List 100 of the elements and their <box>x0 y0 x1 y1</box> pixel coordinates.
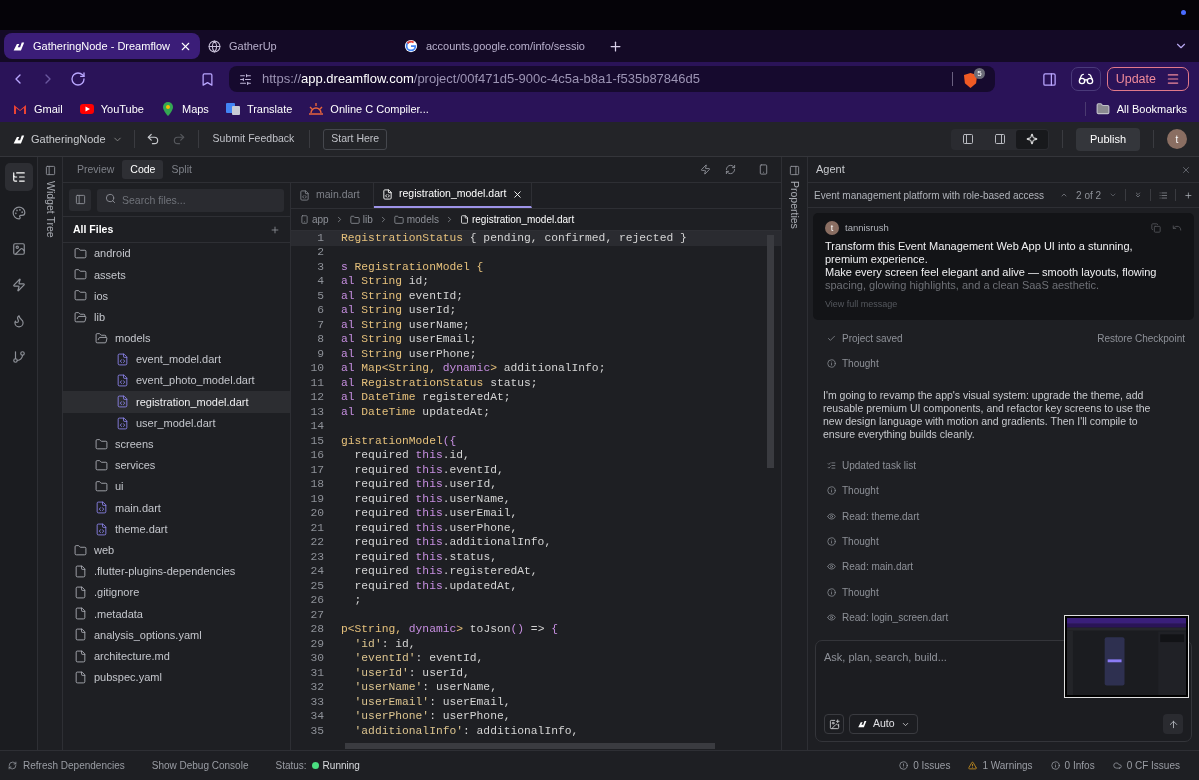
search-field[interactable]: Search files... <box>97 188 284 212</box>
status-action[interactable]: Refresh Dependencies <box>8 758 125 773</box>
layout-toggle[interactable] <box>1015 129 1048 149</box>
file-tree-item[interactable]: assets <box>63 264 290 286</box>
properties-tab[interactable]: Properties <box>786 181 803 229</box>
browser-tab[interactable]: GatherUp <box>200 33 396 59</box>
activity-label[interactable]: Thought <box>842 356 879 372</box>
view-tab[interactable]: Split <box>163 160 200 179</box>
user-avatar[interactable]: t <box>1167 129 1187 149</box>
file-tree-item[interactable]: architecture.md <box>63 645 290 667</box>
browser-tab[interactable]: accounts.google.com/info/sessio <box>396 33 606 59</box>
panel-icon[interactable] <box>789 165 800 176</box>
line-number: 1 <box>316 231 324 246</box>
image-icon <box>11 242 26 256</box>
bookmark-item[interactable]: Translate <box>224 100 293 118</box>
publish-button[interactable]: Publish <box>1075 127 1140 151</box>
activity-label[interactable]: Thought <box>842 584 879 600</box>
widget-tree-tab[interactable]: Widget Tree <box>42 181 58 238</box>
editor-tab[interactable]: registration_model.dart <box>374 182 533 208</box>
file-tree-item[interactable]: services <box>63 454 290 477</box>
file-tree-item[interactable]: theme.dart <box>63 518 290 540</box>
view-tab[interactable]: Preview <box>69 160 123 179</box>
attach-image-button[interactable] <box>824 714 844 734</box>
panel-icon[interactable] <box>44 165 56 176</box>
file-tree-item[interactable]: ui <box>63 476 290 498</box>
file-tree-item[interactable]: web <box>63 539 290 561</box>
add-icon[interactable] <box>1184 189 1193 201</box>
editor-tab[interactable]: main.dart <box>291 182 374 208</box>
file-tree-item[interactable]: models <box>63 327 290 349</box>
file-tree-item[interactable]: .gitignore <box>63 582 290 604</box>
bookmark-icon[interactable] <box>200 71 215 87</box>
status-action[interactable]: Show Debug Console <box>151 758 249 773</box>
model-select[interactable]: Auto <box>849 714 918 734</box>
code-line: al DateTime updatedAt; <box>341 404 491 420</box>
send-button[interactable] <box>1163 714 1183 734</box>
rail-button[interactable] <box>4 163 33 191</box>
refresh-icon[interactable] <box>725 164 736 175</box>
file-tree-item[interactable]: analysis_options.yaml <box>63 624 290 646</box>
activity-label[interactable]: Thought <box>842 483 879 499</box>
bookmark-item[interactable]: Maps <box>159 100 209 118</box>
project-menu[interactable]: GatheringNode <box>12 130 123 148</box>
activity-label[interactable]: Updated task list <box>842 457 916 473</box>
undo-icon[interactable] <box>145 132 160 146</box>
activity-label[interactable]: Read: theme.dart <box>842 508 920 524</box>
vertical-scrollbar[interactable] <box>767 235 774 468</box>
collapse-panel-button[interactable] <box>69 188 91 211</box>
shield-icon[interactable] <box>963 72 978 89</box>
scroll-down-icon[interactable] <box>1133 190 1142 200</box>
close-icon[interactable] <box>512 188 524 200</box>
new-tab-icon[interactable] <box>608 38 623 54</box>
file-tree-item[interactable]: lib <box>63 306 290 328</box>
horizontal-scrollbar[interactable] <box>345 743 715 749</box>
file-tree-item[interactable]: user_model.dart <box>63 412 290 434</box>
file-tree-item[interactable]: main.dart <box>63 497 290 519</box>
panel-left-icon <box>961 133 974 145</box>
bookmark-item[interactable]: Online C Compiler... <box>308 100 429 118</box>
file-tree-item[interactable]: .metadata <box>63 603 290 625</box>
breadcrumb-item[interactable]: registration_model.dart <box>459 212 575 227</box>
line-number: 35 <box>309 723 324 739</box>
file-tree-item[interactable]: event_photo_model.dart <box>63 370 290 392</box>
file-tree-item[interactable]: event_model.dart <box>63 348 290 371</box>
activity-label[interactable]: Read: main.dart <box>842 559 914 575</box>
restore-checkpoint-link[interactable]: Restore Checkpoint <box>1097 330 1185 346</box>
file-tree-item[interactable]: .flutter-plugins-dependencies <box>63 560 290 582</box>
file-tree-item[interactable]: ios <box>63 285 290 307</box>
add-icon[interactable] <box>270 224 280 235</box>
list-icon[interactable] <box>1158 189 1168 201</box>
line-number: 13 <box>309 404 324 420</box>
bookmark-item[interactable]: Gmail <box>12 100 63 118</box>
view-tab[interactable]: Code <box>122 160 164 179</box>
file-tree-item[interactable]: screens <box>63 433 290 455</box>
activity-label[interactable]: Project saved <box>842 330 903 346</box>
issue-counter[interactable]: 0 Issues <box>899 758 951 773</box>
file-tree-item[interactable]: pubspec.yaml <box>63 666 290 688</box>
breadcrumb-item[interactable]: app <box>300 212 329 227</box>
bolt-icon[interactable] <box>700 164 711 175</box>
file-tree-item[interactable]: registration_model.dart <box>63 391 290 413</box>
issue-counter[interactable]: 0 Infos <box>1050 758 1095 773</box>
private-button[interactable] <box>1070 67 1101 91</box>
activity-label[interactable]: Read: login_screen.dart <box>842 610 949 626</box>
feedback-button[interactable]: Submit Feedback <box>210 131 297 147</box>
issue-counter[interactable]: 0 CF Issues <box>1112 758 1180 773</box>
message-field[interactable]: Ask, plan, search, build... <box>824 649 1044 666</box>
file-tree-item[interactable]: android <box>63 243 290 265</box>
conversation-title[interactable]: Event management platform with role-based access <box>814 187 1045 203</box>
reload-icon[interactable] <box>70 71 86 87</box>
device-icon[interactable] <box>758 164 769 175</box>
address-bar[interactable]: https://app.dreamflow.com/project/00f471d5-900c-4c5a-b8a1-f535b87846d5 5 <box>229 66 995 92</box>
breadcrumb-item[interactable]: lib <box>349 212 373 227</box>
browser-tab[interactable]: GatheringNode - Dreamflow <box>4 33 200 59</box>
site-settings-icon[interactable] <box>239 72 252 86</box>
line-number: 23 <box>309 549 324 565</box>
activity-label[interactable]: Thought <box>842 533 879 549</box>
issue-counter[interactable]: 1 Warnings <box>968 758 1033 773</box>
start-here-button[interactable]: Start Here <box>323 128 388 150</box>
sidebar-icon[interactable] <box>1041 71 1057 87</box>
breadcrumb-item[interactable]: models <box>393 212 439 227</box>
update-button[interactable]: Update <box>1106 67 1189 91</box>
all-bookmarks[interactable]: All Bookmarks <box>1095 100 1187 118</box>
bookmark-item[interactable]: YouTube <box>78 100 144 118</box>
